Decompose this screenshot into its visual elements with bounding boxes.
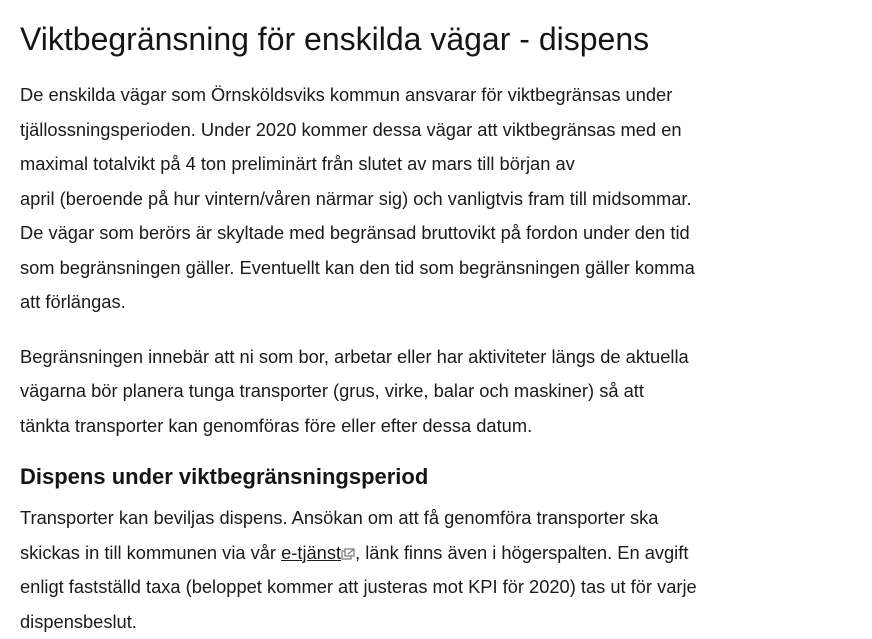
- dispensation-paragraph: Transporter kan beviljas dispens. Ansöka…: [20, 501, 872, 639]
- text-line-suffix: , länk finns även i högerspalten. En avg…: [355, 541, 689, 563]
- text-line: tänkta transporter kan genomföras före e…: [20, 414, 533, 436]
- text-line: tjällossningsperioden. Under 2020 kommer…: [20, 118, 682, 140]
- consequence-paragraph: Begränsningen innebär att ni som bor, ar…: [20, 340, 872, 444]
- intro-paragraph: De enskilda vägar som Örnsköldsviks komm…: [20, 78, 872, 320]
- e-service-link[interactable]: e-tjänst: [281, 542, 355, 563]
- text-line: De vägar som berörs är skyltade med begr…: [20, 222, 690, 243]
- text-line: Transporter kan beviljas dispens. Ansöka…: [20, 507, 659, 528]
- e-service-link-label: e-tjänst: [281, 541, 342, 563]
- text-line-prefix: skickas in till kommunen via vår: [20, 541, 282, 563]
- text-line: som begränsningen gäller. Eventuellt kan…: [20, 256, 695, 278]
- section-heading: Dispens under viktbegränsningsperiod: [20, 464, 429, 489]
- article-page: Viktbegränsning för enskilda vägar - dis…: [0, 0, 872, 637]
- text-line: maximal totalvikt på 4 ton preliminärt f…: [20, 153, 575, 174]
- text-line: vägarna bör planera tunga transporter (g…: [20, 380, 644, 401]
- text-line: att förlängas.: [20, 291, 126, 312]
- page-title: Viktbegränsning för enskilda vägar - dis…: [20, 21, 650, 57]
- text-line: enligt fastställd taxa (beloppet kommer …: [20, 576, 697, 597]
- text-line: De enskilda vägar som Örnsköldsviks komm…: [20, 84, 673, 105]
- text-line: april (beroende på hur vintern/våren när…: [20, 187, 692, 209]
- text-line: Begränsningen innebär att ni som bor, ar…: [20, 345, 689, 367]
- external-link-icon: [341, 547, 355, 560]
- text-line: dispensbeslut.: [20, 610, 137, 632]
